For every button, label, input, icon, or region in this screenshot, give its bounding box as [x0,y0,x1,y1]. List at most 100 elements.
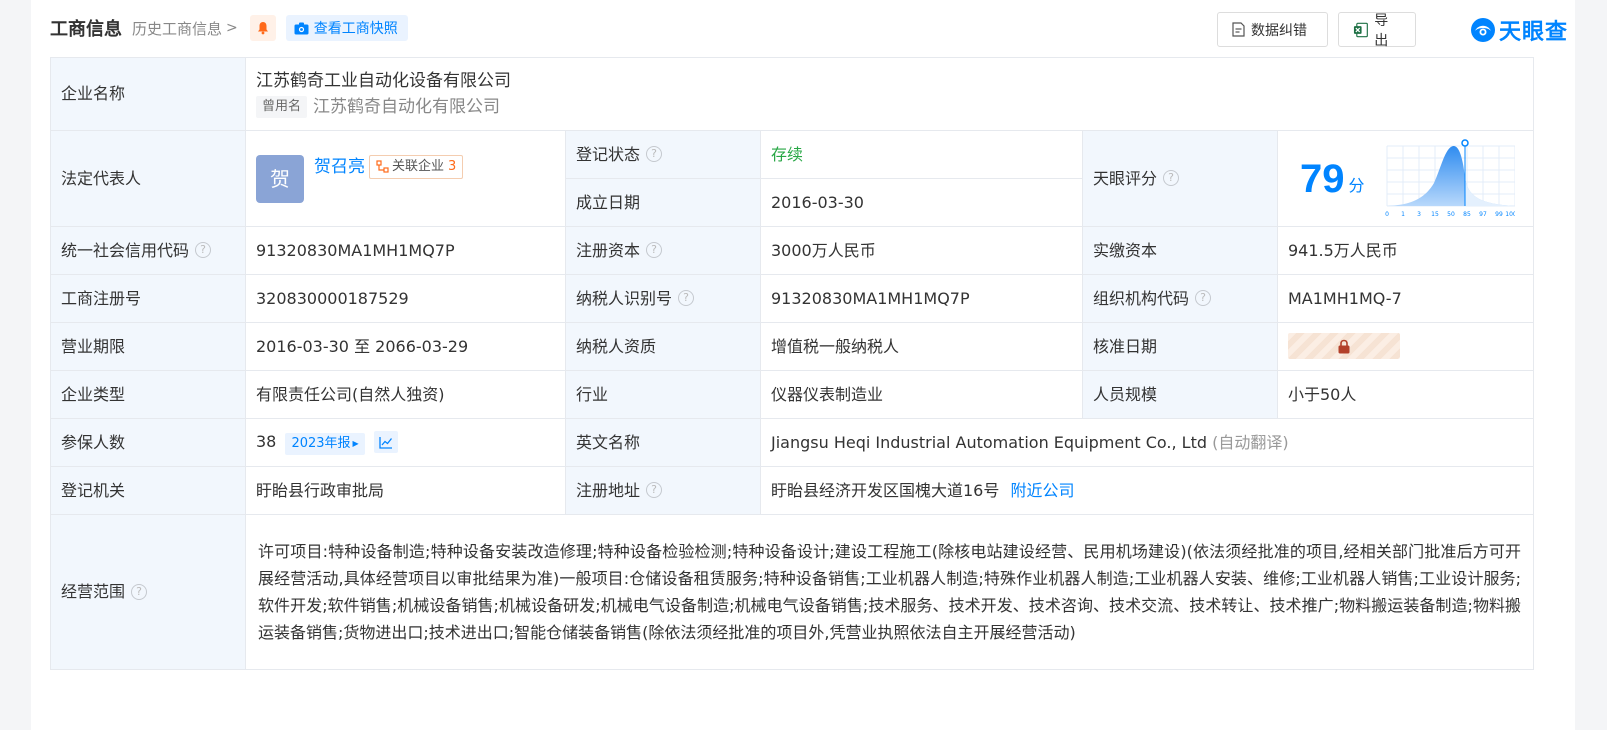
tianyancha-logo: 天眼查 [1470,14,1568,46]
type: 有限责任公司(自然人独资) [245,370,566,419]
business-scope: 许可项目:特种设备制造;特种设备安装改造修理;特种设备检验检测;特种设备设计;建… [244,514,1535,670]
reg-status: 存续 [760,130,1083,179]
auto-translate-note: (自动翻译) [1212,432,1289,452]
help-icon[interactable]: ? [1195,290,1212,306]
reg-capital-label: 注册资本 [576,240,641,260]
trend-chart-icon [379,436,392,449]
snapshot-label: 查看工商快照 [313,21,398,37]
help-icon[interactable]: ? [646,146,663,162]
score-axis-tick: 50 [1447,211,1455,218]
help-icon[interactable]: ? [646,482,663,498]
found-date-label: 成立日期 [565,178,761,227]
score-label: 天眼评分 [1093,168,1158,188]
insured-label: 参保人数 [50,418,246,467]
industry-label: 行业 [565,370,761,419]
locked-value-button[interactable] [1288,333,1400,360]
document-edit-icon [1232,22,1245,37]
section-header: 工商信息 历史工商信息 > 查看工商快照 [50,12,408,44]
authority: 盱眙县行政审批局 [245,466,566,515]
monitor-bell-button[interactable] [249,15,276,41]
tax-quality-label: 纳税人资质 [565,322,761,371]
history-link[interactable]: 历史工商信息 > [132,18,238,39]
help-icon[interactable]: ? [131,583,148,600]
row-biz-reg-no: 工商注册号 320830000187529 纳税人识别号? 91320830MA… [50,274,1535,323]
related-label: 关联企业 [392,158,445,174]
history-label: 历史工商信息 [132,19,223,38]
row-credit-code: 统一社会信用代码? 91320830MA1MH1MQ7P 注册资本? 3000万… [50,226,1535,275]
approve-date-cell [1276,322,1535,371]
score-axis-tick: 85 [1463,211,1471,218]
scope-label: 经营范围 [61,582,126,601]
term-label: 营业期限 [50,322,246,371]
address: 盱眙县经济开发区国槐大道16号 [771,480,1000,500]
related-companies-tag[interactable]: 关联企业 3 [369,154,464,179]
data-correction-button[interactable]: 数据纠错 [1217,12,1328,47]
score-unit: 分 [1348,175,1365,195]
credit-code-label: 统一社会信用代码 [61,240,190,260]
found-date: 2016-03-30 [760,178,1083,227]
legal-rep-label: 法定代表人 [50,130,246,227]
address-cell: 盱眙县经济开发区国槐大道16号 附近公司 [759,466,1535,515]
approve-date-label: 核准日期 [1082,322,1278,371]
score-cell[interactable]: 79 分 0 1 3 15 50 85 97 99 100 [1276,130,1535,227]
legal-rep-cell: 贺 贺召亮 关联企业 3 [245,130,566,227]
taxpayer-id: 91320830MA1MH1MQ7P [760,274,1083,323]
staff-size: 小于50人 [1276,370,1535,419]
paid-capital: 941.5万人民币 [1276,226,1535,275]
en-name-label: 英文名称 [565,418,761,467]
biz-reg-no-label: 工商注册号 [50,274,246,323]
former-name: 江苏鹤奇自动化有限公司 [313,97,501,117]
insured-count: 38 [256,431,277,451]
related-count: 3 [448,158,457,174]
taxpayer-id-label-cell: 纳税人识别号? [565,274,761,323]
staff-size-label: 人员规模 [1082,370,1278,419]
score-axis-tick: 0 [1385,211,1389,218]
export-button[interactable]: 导出 [1338,12,1416,49]
score-axis-tick: 99 [1495,211,1503,218]
help-icon[interactable]: ? [678,290,695,306]
company-name-label: 企业名称 [50,57,246,131]
annual-report-label: 2023年报 [291,435,351,451]
term: 2016-03-30 至 2066-03-29 [245,322,566,371]
bell-icon [257,22,268,35]
lock-icon [1338,339,1350,354]
nearby-companies-link[interactable]: 附近公司 [1010,481,1074,500]
avatar[interactable]: 贺 [256,154,304,203]
help-icon[interactable]: ? [1163,170,1180,186]
insured-cell: 38 2023年报 ▶ [245,418,566,467]
trend-chart-button[interactable] [373,431,398,453]
data-correction-label: 数据纠错 [1251,22,1307,39]
snapshot-button[interactable]: 查看工商快照 [285,15,408,41]
chevron-right-icon: > [226,20,238,36]
score-axis-tick: 1 [1401,211,1405,218]
business-info-table: 企业名称 江苏鹤奇工业自动化设备有限公司 曾用名 江苏鹤奇自动化有限公司 法定代… [50,57,1535,670]
scope-label-cell: 经营范围? [50,514,246,670]
export-label: 导出 [1374,12,1389,49]
annual-report-button[interactable]: 2023年报 ▶ [285,432,365,455]
biz-reg-no: 320830000187529 [245,274,566,323]
logo-eye-icon [1471,18,1495,42]
org-code-label: 组织机构代码 [1093,288,1190,308]
score-axis-tick: 15 [1431,211,1439,218]
section-title: 工商信息 [50,19,122,40]
taxpayer-id-label: 纳税人识别号 [576,288,673,308]
row-legal-rep: 法定代表人 贺 贺召亮 关联企业 3 登记状态? 存续 天眼评分 ? 79 分 … [50,130,1535,227]
row-type: 企业类型 有限责任公司(自然人独资) 行业 仪器仪表制造业 人员规模 小于50人 [50,370,1535,419]
score-axis-tick: 100 [1505,211,1515,218]
credit-code-label-cell: 统一社会信用代码? [50,226,246,275]
org-code: MA1MH1MQ-7 [1276,274,1535,323]
help-icon[interactable]: ? [646,242,663,258]
credit-code: 91320830MA1MH1MQ7P [245,226,566,275]
logo-text: 天眼查 [1499,20,1569,45]
tax-quality: 增值税一般纳税人 [760,322,1083,371]
help-icon[interactable]: ? [195,242,212,258]
company-name-cell: 江苏鹤奇工业自动化设备有限公司 曾用名 江苏鹤奇自动化有限公司 [244,57,1535,131]
legal-rep-name-link[interactable]: 贺召亮 [314,155,365,179]
reg-capital: 3000万人民币 [760,226,1083,275]
row-insured: 参保人数 38 2023年报 ▶ 英文名称 Jiangsu Heqi Indus… [50,418,1535,467]
reg-capital-label-cell: 注册资本? [565,226,761,275]
company-name: 江苏鹤奇工业自动化设备有限公司 [256,71,511,91]
reg-status-label-cell: 登记状态? [565,130,761,179]
address-label-cell: 注册地址? [565,466,761,515]
row-company-name: 企业名称 江苏鹤奇工业自动化设备有限公司 曾用名 江苏鹤奇自动化有限公司 [50,57,1535,131]
